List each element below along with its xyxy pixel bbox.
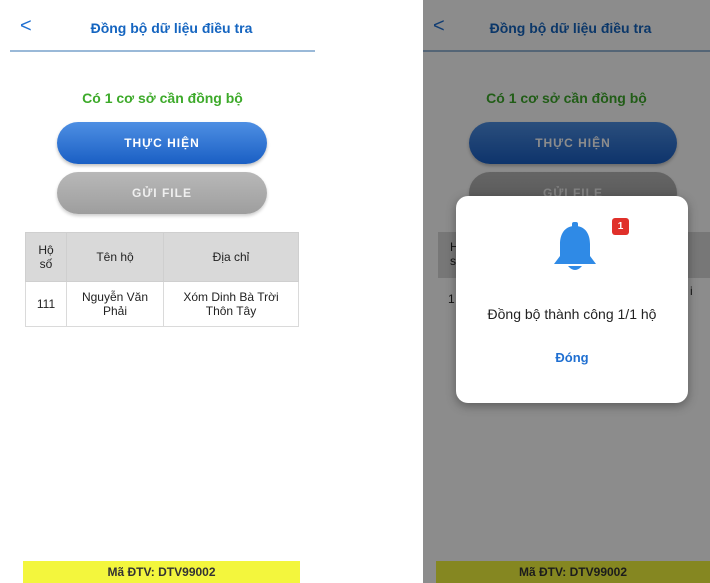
sync-status-text: Có 1 cơ sở cần đồng bộ <box>82 90 243 106</box>
send-file-button[interactable]: GỬI FILE <box>57 172 267 214</box>
cell-household-no: 111 <box>25 281 67 327</box>
table-row[interactable]: 111 Nguyễn Văn Phải Xóm Dinh Bà Trời Thô… <box>25 281 299 327</box>
column-header-address: Địa chỉ <box>163 232 299 282</box>
household-table: Hộ số Tên hộ Địa chỉ 111 Nguyễn Văn Phải… <box>25 232 299 327</box>
column-header-household-no: Hộ số <box>25 232 67 282</box>
dialog-message: Đồng bộ thành công 1/1 hộ <box>487 306 657 322</box>
table-header-row: Hộ số Tên hộ Địa chỉ <box>25 232 299 282</box>
sync-success-dialog: 1 Đồng bộ thành công 1/1 hộ Đóng <box>456 196 688 403</box>
right-screen: < Đồng bộ dữ liệu điều tra Có 1 cơ sở cầ… <box>423 0 710 583</box>
cell-address: Xóm Dinh Bà Trời Thôn Tây <box>163 281 299 327</box>
column-header-household-name: Tên hộ <box>66 232 164 282</box>
page-title: Đồng bộ dữ liệu điều tra <box>90 20 253 36</box>
notification-badge: 1 <box>612 218 629 235</box>
execute-button[interactable]: THỰC HIỆN <box>57 122 267 164</box>
close-button[interactable]: Đóng <box>456 350 688 365</box>
header-divider <box>10 50 315 52</box>
top-bar: < Đồng bộ dữ liệu điều tra <box>10 0 315 52</box>
surveyor-code-footer: Mã ĐTV: DTV99002 <box>23 561 300 583</box>
cell-household-name: Nguyễn Văn Phải <box>66 281 164 327</box>
left-screen: < Đồng bộ dữ liệu điều tra Có 1 cơ sở cầ… <box>10 0 315 583</box>
bell-icon <box>554 222 596 270</box>
